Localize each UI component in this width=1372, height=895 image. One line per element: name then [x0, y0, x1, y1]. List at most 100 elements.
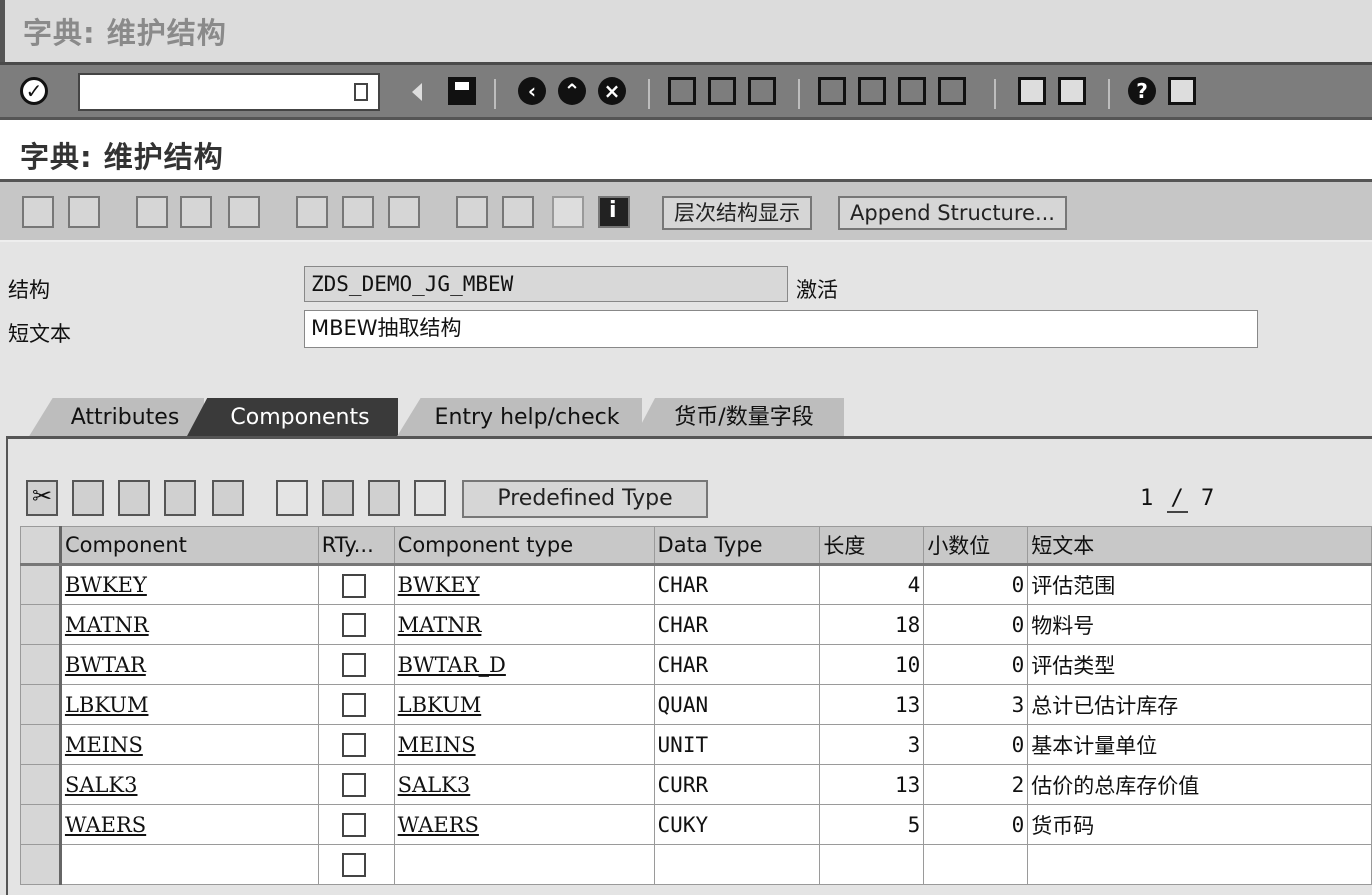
delete-row-icon[interactable] [212, 480, 244, 516]
forward-arrow-icon[interactable] [68, 196, 100, 228]
tab-entry-help-check[interactable]: Entry help/check [396, 398, 642, 438]
rtype-checkbox[interactable] [341, 613, 366, 637]
rtype-checkbox[interactable] [341, 733, 366, 757]
last-page-icon[interactable] [938, 77, 966, 105]
short-text-cell[interactable]: 评估类型 [1027, 644, 1372, 685]
data-type-cell[interactable] [653, 844, 821, 885]
navigate-icon[interactable] [388, 196, 420, 228]
rtype-checkbox[interactable] [341, 693, 366, 717]
column-header-length[interactable]: 长度 [819, 526, 925, 566]
component-name[interactable]: BWKEY [65, 573, 147, 597]
exit-icon[interactable]: ⌃ [558, 77, 586, 105]
column-header-component-type[interactable]: Component type [393, 526, 655, 566]
component-name[interactable]: BWTAR [65, 653, 146, 677]
previous-page-icon[interactable] [858, 77, 886, 105]
data-type-cell[interactable]: CHAR [653, 564, 821, 605]
cut-icon[interactable]: ✂ [26, 480, 58, 516]
rtype-checkbox[interactable] [341, 653, 366, 677]
decimals-cell[interactable]: 0 [923, 804, 1029, 845]
display-change-icon[interactable] [136, 196, 168, 228]
other-object-icon[interactable] [180, 196, 212, 228]
sort-down-icon[interactable] [276, 480, 308, 516]
component-type-cell[interactable]: WAERS [393, 804, 655, 845]
column-header-decimals[interactable]: 小数位 [923, 526, 1029, 566]
component-name[interactable]: MATNR [65, 613, 149, 637]
component-type-name[interactable]: MATNR [398, 613, 482, 637]
component-name[interactable]: SALK3 [65, 773, 138, 797]
data-type-cell[interactable]: CUKY [653, 804, 821, 845]
component-name[interactable]: WAERS [65, 813, 146, 837]
list-icon[interactable] [552, 196, 584, 228]
decimals-cell[interactable] [923, 844, 1029, 885]
structure-name-field[interactable]: ZDS_DEMO_JG_MBEW [304, 266, 788, 302]
display-object-list-icon[interactable] [502, 196, 534, 228]
paste-icon[interactable] [118, 480, 150, 516]
length-cell[interactable]: 3 [819, 724, 925, 765]
copy-icon[interactable] [72, 480, 104, 516]
back-arrow-icon[interactable] [22, 196, 54, 228]
column-header-short-text[interactable]: 短文本 [1027, 526, 1372, 566]
tab-components[interactable]: Components [186, 398, 398, 438]
next-page-icon[interactable] [898, 77, 926, 105]
collapse-arrow-icon[interactable] [412, 83, 422, 101]
select-all-cell[interactable] [20, 526, 62, 566]
component-type-name[interactable]: LBKUM [398, 693, 482, 717]
data-type-cell[interactable]: UNIT [653, 724, 821, 765]
short-text-cell[interactable]: 估价的总库存价值 [1027, 764, 1372, 805]
collapse-icon[interactable] [368, 480, 400, 516]
component-type-cell[interactable]: SALK3 [393, 764, 655, 805]
tab-currency-quantity-fields[interactable]: 货币/数量字段 [634, 398, 844, 438]
history-dropdown-icon[interactable] [354, 83, 368, 101]
insert-row-icon[interactable] [164, 480, 196, 516]
find-icon[interactable] [708, 77, 736, 105]
expand-icon[interactable] [322, 480, 354, 516]
component-type-name[interactable]: BWKEY [398, 573, 480, 597]
rtype-checkbox[interactable] [341, 573, 366, 598]
component-cell[interactable] [59, 844, 319, 885]
component-name[interactable]: LBKUM [65, 693, 149, 717]
tab-attributes[interactable]: Attributes [28, 398, 204, 438]
row-selector[interactable] [20, 724, 62, 765]
data-type-cell[interactable]: CHAR [653, 604, 821, 645]
column-header-data-type[interactable]: Data Type [653, 526, 821, 566]
info-icon[interactable]: i [598, 196, 630, 228]
back-icon[interactable]: ‹ [518, 77, 546, 105]
hierarchy-icon[interactable] [456, 196, 488, 228]
data-type-cell[interactable]: QUAN [653, 684, 821, 725]
component-type-name[interactable]: MEINS [398, 733, 476, 757]
first-page-icon[interactable] [818, 77, 846, 105]
component-type-cell[interactable]: LBKUM [393, 684, 655, 725]
component-cell[interactable]: BWKEY [59, 564, 319, 605]
row-selector[interactable] [20, 804, 62, 845]
component-cell[interactable]: WAERS [59, 804, 319, 845]
cancel-icon[interactable]: × [598, 77, 626, 105]
create-shortcut-icon[interactable] [1058, 77, 1086, 105]
command-field[interactable] [78, 73, 380, 111]
length-cell[interactable] [819, 844, 925, 885]
length-cell[interactable]: 13 [819, 764, 925, 805]
sort-up-icon[interactable] [414, 480, 446, 516]
rtype-checkbox[interactable] [341, 813, 366, 837]
data-type-cell[interactable]: CHAR [653, 644, 821, 685]
rtype-checkbox[interactable] [341, 853, 366, 877]
where-used-icon[interactable] [342, 196, 374, 228]
find-next-icon[interactable] [748, 77, 776, 105]
length-cell[interactable]: 5 [819, 804, 925, 845]
component-name[interactable]: MEINS [65, 733, 143, 757]
check-icon[interactable] [228, 196, 260, 228]
component-cell[interactable]: MEINS [59, 724, 319, 765]
short-text-field[interactable]: MBEW抽取结构 [304, 310, 1258, 348]
row-selector[interactable] [20, 764, 62, 805]
decimals-cell[interactable]: 0 [923, 724, 1029, 765]
component-type-cell[interactable]: MEINS [393, 724, 655, 765]
data-type-cell[interactable]: CURR [653, 764, 821, 805]
component-cell[interactable]: SALK3 [59, 764, 319, 805]
component-cell[interactable]: LBKUM [59, 684, 319, 725]
component-cell[interactable]: BWTAR [59, 644, 319, 685]
rtype-checkbox[interactable] [341, 773, 366, 797]
decimals-cell[interactable]: 0 [923, 564, 1029, 605]
create-session-icon[interactable] [1018, 77, 1046, 105]
row-selector[interactable] [20, 604, 62, 645]
row-selector[interactable] [20, 644, 62, 685]
short-text-cell[interactable] [1027, 844, 1372, 885]
